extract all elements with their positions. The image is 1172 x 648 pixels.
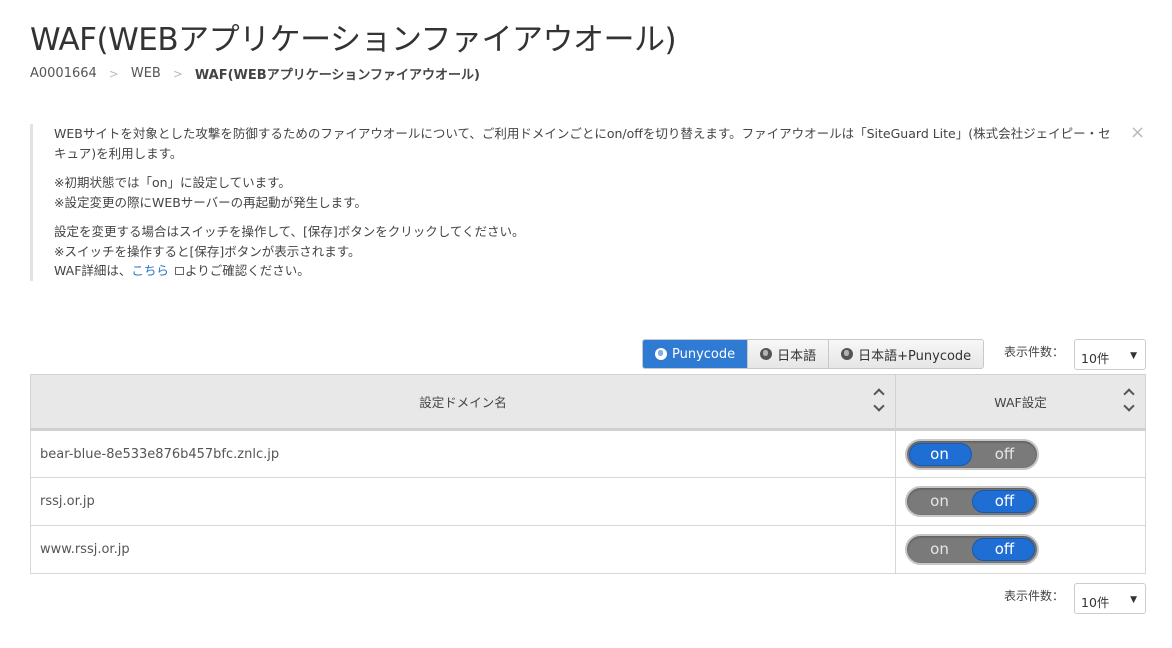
sort-icon[interactable] (1123, 387, 1135, 415)
waf-cell: on off (895, 525, 1146, 574)
domain-cell: www.rssj.or.jp (30, 525, 896, 574)
table-row: bear-blue-8e533e876b457bfc.znlc.jp on of… (30, 429, 1146, 478)
chevron-right-icon: > (108, 66, 119, 81)
per-page-select[interactable]: 10件 ▼ (1074, 583, 1146, 614)
close-icon[interactable]: × (1130, 124, 1145, 142)
per-page-value: 10件 (1081, 351, 1110, 366)
notice-line: WAF詳細は、 (54, 263, 132, 278)
switch-on-label: on (930, 540, 949, 558)
notice-paragraph: ※初期状態では「on」に設定しています。 ※設定変更の際にWEBサーバーの再起動… (54, 173, 1116, 212)
domain-table: 設定ドメイン名 WAF設定 bear-blue-8e533e876b457bfc… (30, 374, 1146, 574)
per-page-value: 10件 (1081, 595, 1110, 610)
domain-column-header[interactable]: 設定ドメイン名 (30, 374, 896, 431)
notice-line: 設定を変更する場合はスイッチを操作して、[保存]ボタンをクリックしてください。 (54, 224, 525, 239)
display-mode-japanese-button[interactable]: 日本語 (747, 340, 829, 368)
display-mode-label: Punycode (672, 346, 736, 362)
caret-down-icon: ▼ (1130, 351, 1137, 361)
column-header-label: WAF設定 (994, 395, 1047, 410)
display-mode-punycode-button[interactable]: Punycode (643, 340, 748, 368)
external-window-icon (174, 267, 184, 275)
globe-icon (655, 348, 667, 360)
chevron-right-icon: > (172, 66, 183, 81)
waf-switch[interactable]: on off (905, 534, 1039, 565)
switch-on-label: on (930, 492, 949, 510)
notice-line: ※スイッチを操作すると[保存]ボタンが表示されます。 (54, 243, 361, 259)
breadcrumb: A0001664 > WEB > WAF(WEBアプリケーションファイアウオール… (30, 64, 480, 83)
per-page-label: 表示件数： (1004, 589, 1065, 603)
per-page-label: 表示件数： (1004, 345, 1065, 359)
table-row: rssj.or.jp on off (30, 477, 1146, 526)
globe-icon (841, 348, 854, 360)
notice-line: ※設定変更の際にWEBサーバーの再起動が発生します。 (54, 194, 367, 210)
info-notice: WEBサイトを対象とした攻撃を防御するためのファイアウオールについて、ご利用ドメ… (30, 124, 1116, 281)
domain-cell: rssj.or.jp (30, 477, 896, 526)
waf-switch[interactable]: on off (905, 486, 1039, 517)
switch-off-label: off (994, 492, 1015, 510)
notice-paragraph: WEBサイトを対象とした攻撃を防御するためのファイアウオールについて、ご利用ドメ… (54, 126, 1111, 161)
switch-off-label: off (994, 444, 1015, 463)
notice-line: ※初期状態では「on」に設定しています。 (54, 175, 291, 190)
notice-paragraph: 設定を変更する場合はスイッチを操作して、[保存]ボタンをクリックしてください。 … (54, 222, 1116, 281)
display-mode-toggle: Punycode 日本語 日本語+Punycode (642, 339, 985, 369)
page-title: WAF(WEBアプリケーションファイアウオール) (30, 22, 677, 58)
waf-cell: on off (895, 477, 1146, 526)
per-page-select[interactable]: 10件 ▼ (1074, 339, 1146, 370)
waf-column-header[interactable]: WAF設定 (895, 374, 1146, 431)
table-row: www.rssj.or.jp on off (30, 525, 1146, 574)
waf-detail-link[interactable]: こちら (131, 263, 169, 278)
waf-switch[interactable]: on off (905, 438, 1039, 470)
domain-cell: bear-blue-8e533e876b457bfc.znlc.jp (30, 429, 896, 478)
sort-icon[interactable] (873, 387, 885, 415)
display-mode-japanese-punycode-button[interactable]: 日本語+Punycode (828, 340, 984, 368)
switch-off-label: off (994, 540, 1015, 558)
switch-on-label: on (930, 444, 949, 463)
globe-icon (760, 348, 773, 360)
breadcrumb-item-account[interactable]: A0001664 (30, 66, 97, 81)
display-mode-label: 日本語 (777, 348, 817, 364)
display-mode-label: 日本語+Punycode (858, 348, 972, 364)
breadcrumb-current: WAF(WEBアプリケーションファイアウオール) (194, 68, 480, 83)
waf-cell: on off (895, 429, 1146, 478)
notice-line: よりご確認ください。 (184, 263, 310, 278)
column-header-label: 設定ドメイン名 (419, 395, 507, 410)
caret-down-icon: ▼ (1130, 595, 1137, 605)
breadcrumb-item-web[interactable]: WEB (131, 66, 161, 81)
